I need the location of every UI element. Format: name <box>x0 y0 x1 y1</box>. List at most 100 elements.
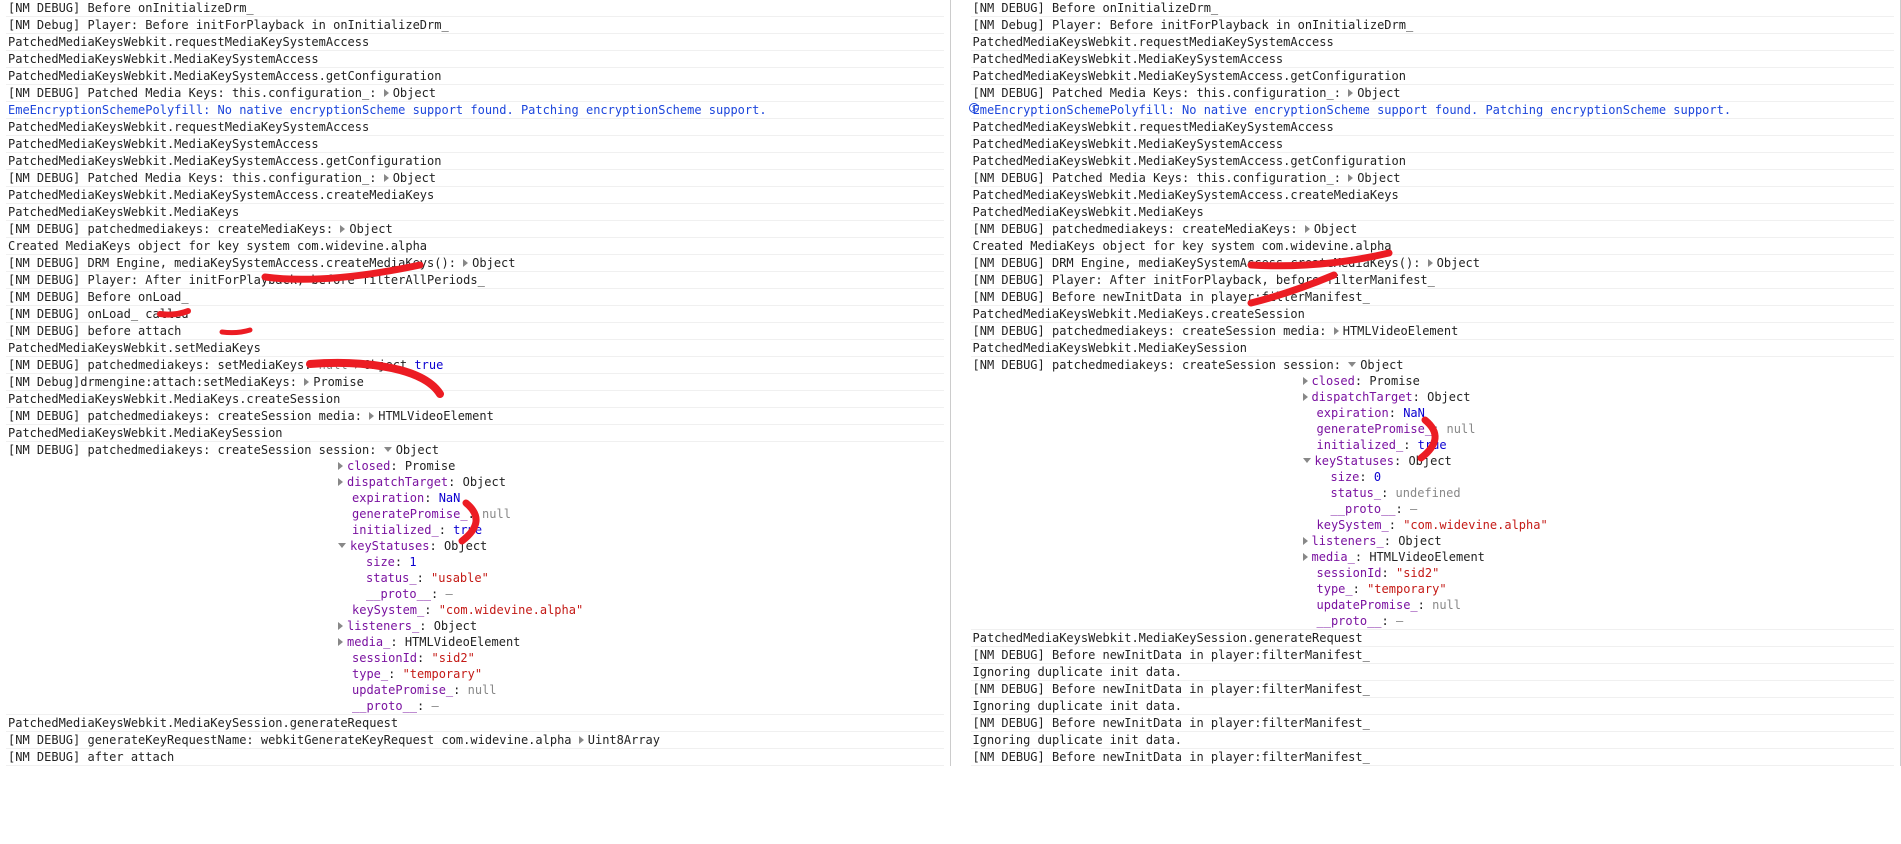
log-line: [NM DEBUG] Patched Media Keys: this.conf… <box>971 85 1895 102</box>
log-prefix: [NM DEBUG] patchedmediakeys: createSessi… <box>8 409 369 423</box>
log-line: PatchedMediaKeysWebkit.MediaKeys <box>971 204 1895 221</box>
object-label[interactable]: Object <box>349 222 392 236</box>
disclosure-icon[interactable] <box>304 378 309 386</box>
object-label[interactable]: Object <box>472 256 515 270</box>
log-line: [NM DEBUG] Before onInitializeDrm_ <box>971 0 1895 17</box>
info-icon: i <box>969 103 979 113</box>
log-prefix: [NM DEBUG] Patched Media Keys: this.conf… <box>973 171 1349 185</box>
log-line: PatchedMediaKeysWebkit.MediaKeySystemAcc… <box>6 153 944 170</box>
log-line: PatchedMediaKeysWebkit.MediaKeySystemAcc… <box>971 136 1895 153</box>
disclosure-icon[interactable] <box>1428 259 1433 267</box>
disclosure-icon[interactable] <box>338 638 343 646</box>
object-label[interactable]: Object <box>393 86 436 100</box>
log-line: PatchedMediaKeysWebkit.MediaKeySystemAcc… <box>971 51 1895 68</box>
log-line: [NM DEBUG] patchedmediakeys: createSessi… <box>971 323 1895 340</box>
disclosure-icon[interactable] <box>355 361 360 369</box>
object-label[interactable]: Object <box>1357 86 1400 100</box>
log-line: [NM DEBUG] Patched Media Keys: this.conf… <box>6 85 944 102</box>
object-label[interactable]: Object <box>396 443 439 457</box>
log-line: PatchedMediaKeysWebkit.setMediaKeys <box>6 340 944 357</box>
log-prefix: [NM DEBUG] patchedmediakeys: setMediaKey… <box>8 358 319 372</box>
object-expanded: closed: Promise dispatchTarget: Object e… <box>6 458 944 714</box>
disclosure-icon[interactable] <box>1348 174 1353 182</box>
disclosure-icon[interactable] <box>1334 327 1339 335</box>
log-line: [NM Debug] Player: Before initForPlaybac… <box>971 17 1895 34</box>
htmlvideo-label[interactable]: HTMLVideoElement <box>1343 324 1459 338</box>
disclosure-icon[interactable] <box>338 462 343 470</box>
log-line: [NM DEBUG] DRM Engine, mediaKeySystemAcc… <box>971 255 1895 272</box>
disclosure-icon[interactable] <box>463 259 468 267</box>
disclosure-icon[interactable] <box>1305 225 1310 233</box>
disclosure-open-icon[interactable] <box>1348 362 1356 367</box>
disclosure-icon[interactable] <box>384 89 389 97</box>
log-line: PatchedMediaKeysWebkit.MediaKeySession <box>971 340 1895 357</box>
log-line: PatchedMediaKeysWebkit.MediaKeys.createS… <box>6 391 944 408</box>
log-line: [NM DEBUG] patchedmediakeys: createSessi… <box>6 442 944 458</box>
log-prefix: [NM DEBUG] DRM Engine, mediaKeySystemAcc… <box>8 256 463 270</box>
log-line: [NM DEBUG] Before onLoad_ <box>6 289 944 306</box>
log-line: [NM DEBUG] Patched Media Keys: this.conf… <box>6 170 944 187</box>
disclosure-icon[interactable] <box>1303 553 1308 561</box>
log-line: PatchedMediaKeysWebkit.MediaKeySession.g… <box>6 714 944 732</box>
log-line: Ignoring duplicate init data. <box>971 664 1895 681</box>
log-line: [NM DEBUG] patchedmediakeys: createMedia… <box>6 221 944 238</box>
log-line: Created MediaKeys object for key system … <box>971 238 1895 255</box>
disclosure-icon[interactable] <box>579 736 584 744</box>
disclosure-icon[interactable] <box>1303 393 1308 401</box>
disclosure-open-icon[interactable] <box>1303 458 1311 463</box>
log-prefix: [NM DEBUG] patchedmediakeys: createMedia… <box>973 222 1305 236</box>
disclosure-icon[interactable] <box>369 412 374 420</box>
disclosure-icon[interactable] <box>1303 377 1308 385</box>
log-line: [NM DEBUG] Before newInitData in player:… <box>971 289 1895 306</box>
log-line: [NM DEBUG] patchedmediakeys: setMediaKey… <box>6 357 944 374</box>
log-prefix: [NM Debug]drmengine:attach:setMediaKeys: <box>8 375 304 389</box>
log-line: PatchedMediaKeysWebkit.MediaKeySession <box>6 425 944 442</box>
log-info: EmeEncryptionSchemePolyfill: No native e… <box>6 102 944 119</box>
object-label[interactable]: Object <box>1314 222 1357 236</box>
log-line: [NM Debug] Player: Before initForPlaybac… <box>6 17 944 34</box>
object-label[interactable]: Object <box>364 358 407 372</box>
disclosure-icon[interactable] <box>1348 89 1353 97</box>
log-line: PatchedMediaKeysWebkit.MediaKeySystemAcc… <box>971 187 1895 204</box>
log-line: PatchedMediaKeysWebkit.MediaKeys <box>6 204 944 221</box>
uint8-label[interactable]: Uint8Array <box>588 733 660 747</box>
log-line: PatchedMediaKeysWebkit.requestMediaKeySy… <box>6 34 944 51</box>
log-line: [NM Debug]drmengine:attach:setMediaKeys:… <box>6 374 944 391</box>
log-text: EmeEncryptionSchemePolyfill: No native e… <box>973 103 1732 117</box>
true-label: true <box>414 358 443 372</box>
log-prefix: [NM DEBUG] generateKeyRequestName: webki… <box>8 733 579 747</box>
log-line: [NM DEBUG] Patched Media Keys: this.conf… <box>971 170 1895 187</box>
object-label[interactable]: Object <box>393 171 436 185</box>
disclosure-icon[interactable] <box>384 174 389 182</box>
log-line: [NM DEBUG] Before newInitData in player:… <box>971 647 1895 664</box>
log-prefix: [NM DEBUG] patchedmediakeys: createSessi… <box>973 324 1334 338</box>
log-text: EmeEncryptionSchemePolyfill: No native e… <box>8 103 767 117</box>
log-line: [NM DEBUG] patchedmediakeys: createSessi… <box>971 357 1895 373</box>
disclosure-open-icon[interactable] <box>338 543 346 548</box>
object-label[interactable]: Object <box>1437 256 1480 270</box>
object-label[interactable]: Object <box>1357 171 1400 185</box>
log-prefix: [NM DEBUG] Patched Media Keys: this.conf… <box>973 86 1349 100</box>
log-line: PatchedMediaKeysWebkit.MediaKeySystemAcc… <box>971 68 1895 85</box>
log-info: iEmeEncryptionSchemePolyfill: No native … <box>971 102 1895 119</box>
log-line: [NM DEBUG] Before newInitData in player:… <box>971 715 1895 732</box>
promise-label[interactable]: Promise <box>313 375 364 389</box>
log-line: [NM DEBUG] generateKeyRequestName: webki… <box>6 732 944 749</box>
null-label: null <box>319 358 348 372</box>
htmlvideo-label[interactable]: HTMLVideoElement <box>378 409 494 423</box>
disclosure-open-icon[interactable] <box>384 447 392 452</box>
log-prefix: [NM DEBUG] Patched Media Keys: this.conf… <box>8 86 384 100</box>
log-line: [NM DEBUG] DRM Engine, mediaKeySystemAcc… <box>6 255 944 272</box>
log-line: [NM DEBUG] Before newInitData in player:… <box>971 681 1895 698</box>
object-label[interactable]: Object <box>1360 358 1403 372</box>
log-line: PatchedMediaKeysWebkit.MediaKeySystemAcc… <box>6 136 944 153</box>
log-line: Ignoring duplicate init data. <box>971 732 1895 749</box>
disclosure-icon[interactable] <box>1303 537 1308 545</box>
console-pane-right: [NM DEBUG] Before onInitializeDrm_ [NM D… <box>951 0 1901 766</box>
object-expanded: closed: Promise dispatchTarget: Object e… <box>971 373 1895 629</box>
disclosure-icon[interactable] <box>340 225 345 233</box>
log-line: PatchedMediaKeysWebkit.MediaKeySession.g… <box>971 629 1895 647</box>
disclosure-icon[interactable] <box>338 622 343 630</box>
log-line: PatchedMediaKeysWebkit.MediaKeySystemAcc… <box>6 187 944 204</box>
disclosure-icon[interactable] <box>338 478 343 486</box>
